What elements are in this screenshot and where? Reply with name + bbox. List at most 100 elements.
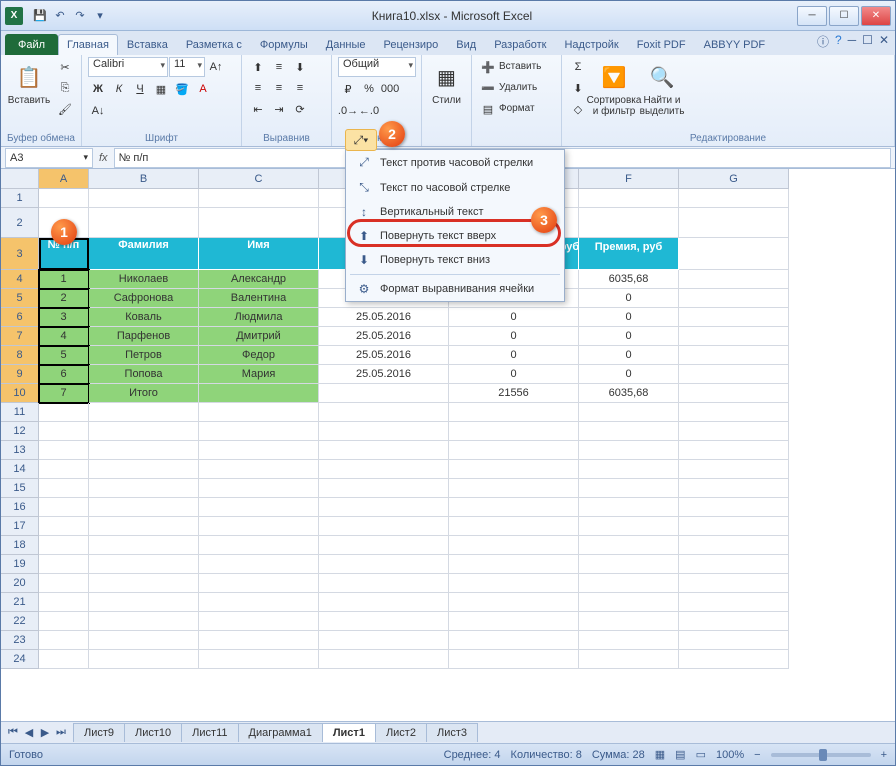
cell[interactable]: [199, 422, 319, 441]
cell[interactable]: [199, 574, 319, 593]
row-header[interactable]: 9: [1, 365, 39, 384]
row-header[interactable]: 21: [1, 593, 39, 612]
cell[interactable]: [579, 555, 679, 574]
decrease-indent-icon[interactable]: ⇤: [248, 99, 268, 119]
cell[interactable]: [679, 422, 789, 441]
cell[interactable]: [579, 208, 679, 238]
cell[interactable]: [199, 384, 319, 403]
tab-home[interactable]: Главная: [58, 34, 118, 55]
cell[interactable]: [449, 631, 579, 650]
cell[interactable]: [39, 498, 89, 517]
cell[interactable]: 3: [39, 308, 89, 327]
currency-icon[interactable]: ₽: [338, 79, 358, 99]
cell[interactable]: Итого: [89, 384, 199, 403]
cell[interactable]: [199, 631, 319, 650]
cell[interactable]: [89, 631, 199, 650]
cell[interactable]: [39, 593, 89, 612]
cell[interactable]: [89, 441, 199, 460]
redo-icon[interactable]: ↷: [71, 7, 89, 25]
cell[interactable]: [319, 422, 449, 441]
row-header[interactable]: 8: [1, 346, 39, 365]
underline-icon[interactable]: Ч: [130, 79, 150, 99]
cell[interactable]: [449, 555, 579, 574]
cell[interactable]: 0: [579, 327, 679, 346]
cell[interactable]: [199, 650, 319, 669]
tab-foxit[interactable]: Foxit PDF: [628, 34, 695, 55]
menu-ccw[interactable]: ⤢Текст против часовой стрелки: [346, 150, 564, 175]
undo-icon[interactable]: ↶: [51, 7, 69, 25]
cell[interactable]: [39, 612, 89, 631]
cell[interactable]: [199, 612, 319, 631]
row-header[interactable]: 20: [1, 574, 39, 593]
cell[interactable]: [319, 555, 449, 574]
close-button[interactable]: ✕: [861, 6, 891, 26]
col-header-C[interactable]: C: [199, 169, 319, 189]
cell[interactable]: [679, 238, 789, 270]
cell[interactable]: [319, 460, 449, 479]
cell[interactable]: [39, 536, 89, 555]
cell[interactable]: [679, 327, 789, 346]
fill-icon[interactable]: ⬇: [568, 78, 588, 98]
cell[interactable]: [579, 574, 679, 593]
cell[interactable]: [679, 498, 789, 517]
row-header[interactable]: 2: [1, 208, 39, 238]
cell[interactable]: [679, 479, 789, 498]
cell[interactable]: Попова: [89, 365, 199, 384]
tab-formulas[interactable]: Формулы: [251, 34, 317, 55]
cell[interactable]: [89, 612, 199, 631]
cell[interactable]: [679, 270, 789, 289]
align-bottom-icon[interactable]: ⬇: [290, 57, 310, 77]
save-icon[interactable]: 💾: [31, 7, 49, 25]
cell[interactable]: 1: [39, 270, 89, 289]
row-header[interactable]: 17: [1, 517, 39, 536]
cell[interactable]: [39, 631, 89, 650]
cell[interactable]: 6035,68: [579, 384, 679, 403]
cell[interactable]: [89, 189, 199, 208]
cell[interactable]: [39, 650, 89, 669]
shrink-font-icon[interactable]: A↓: [88, 101, 108, 121]
cell[interactable]: 2: [39, 289, 89, 308]
bold-icon[interactable]: Ж: [88, 79, 108, 99]
copy-icon[interactable]: ⎘: [55, 78, 75, 98]
cell[interactable]: [679, 536, 789, 555]
border-icon[interactable]: ▦: [151, 79, 171, 99]
paste-button[interactable]: 📋 Вставить: [7, 57, 51, 106]
doc-close-icon[interactable]: ✕: [879, 33, 889, 50]
row-header[interactable]: 5: [1, 289, 39, 308]
row-header[interactable]: 24: [1, 650, 39, 669]
cell[interactable]: [89, 536, 199, 555]
fill-color-icon[interactable]: 🪣: [172, 79, 192, 99]
sheet-nav-last-icon[interactable]: ⏭: [53, 726, 69, 739]
cell[interactable]: [449, 441, 579, 460]
cell[interactable]: [679, 384, 789, 403]
sheet-tab[interactable]: Лист3: [426, 723, 478, 742]
cell[interactable]: [199, 536, 319, 555]
tab-addins[interactable]: Надстройк: [555, 34, 627, 55]
font-size-combo[interactable]: 11: [169, 57, 205, 77]
cell[interactable]: [449, 460, 579, 479]
sheet-tab[interactable]: Лист11: [181, 723, 238, 742]
menu-rotate-up[interactable]: ⬆Повернуть текст вверх: [346, 224, 564, 248]
qat-more-icon[interactable]: ▾: [91, 7, 109, 25]
cell[interactable]: 0: [449, 365, 579, 384]
cell[interactable]: [199, 403, 319, 422]
cell[interactable]: [199, 498, 319, 517]
cell[interactable]: 0: [449, 327, 579, 346]
cell[interactable]: 25.05.2016: [319, 327, 449, 346]
cell[interactable]: 0: [579, 346, 679, 365]
cell[interactable]: 0: [449, 346, 579, 365]
sheet-tab[interactable]: Лист1: [322, 723, 376, 742]
cell[interactable]: [89, 403, 199, 422]
cell[interactable]: [199, 189, 319, 208]
grow-font-icon[interactable]: A↑: [206, 57, 226, 77]
cut-icon[interactable]: ✂: [55, 57, 75, 77]
cell[interactable]: [319, 384, 449, 403]
doc-restore-icon[interactable]: ☐: [862, 33, 873, 50]
cell[interactable]: [579, 631, 679, 650]
sheet-nav-prev-icon[interactable]: ◀: [21, 726, 37, 739]
cell[interactable]: Имя: [199, 238, 319, 270]
cell[interactable]: [679, 189, 789, 208]
cell[interactable]: 21556: [449, 384, 579, 403]
col-header-G[interactable]: G: [679, 169, 789, 189]
cell[interactable]: [579, 650, 679, 669]
